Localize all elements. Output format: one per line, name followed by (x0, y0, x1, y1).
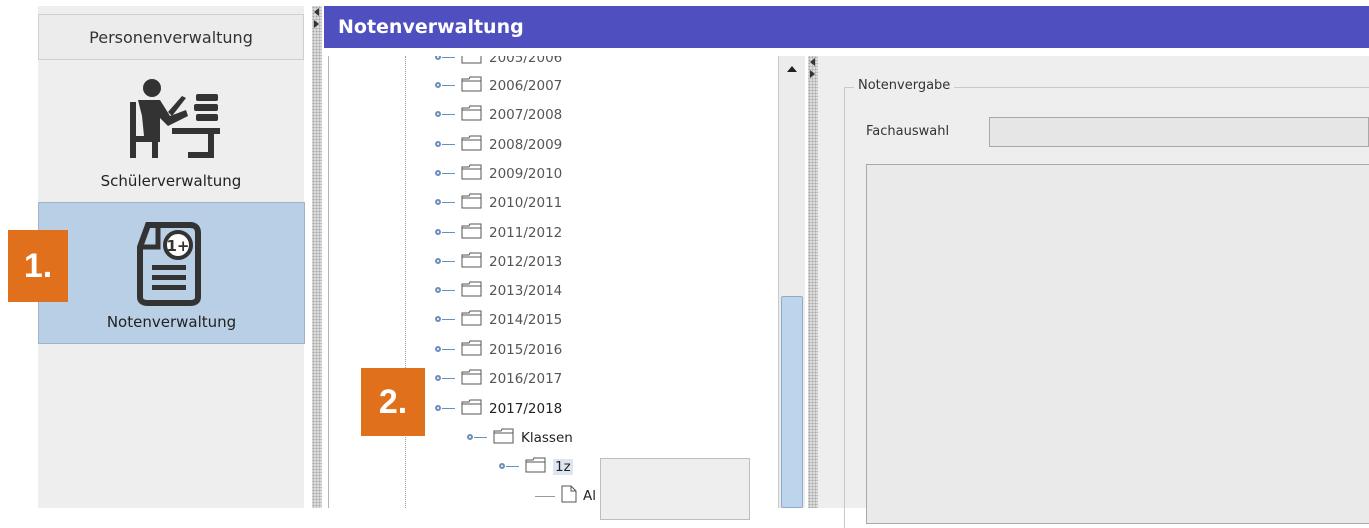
grade-document-icon: 1+ (136, 222, 201, 306)
folder-icon (461, 369, 483, 389)
folder-icon (493, 428, 515, 448)
tree-scrollbar[interactable] (778, 56, 805, 508)
collapse-left-arrow-icon[interactable] (810, 58, 815, 66)
tree-guide-line (405, 56, 407, 508)
folder-icon (461, 56, 483, 68)
student-at-desk-icon (130, 79, 220, 158)
tree-connector (535, 495, 555, 497)
collapse-left-arrow-icon[interactable] (314, 8, 319, 16)
tree-expanded-handle-icon[interactable] (435, 402, 457, 416)
tree-item-label: 2006/2007 (489, 78, 563, 94)
tree-collapsed-handle-icon[interactable] (435, 167, 457, 181)
tree-item-label: 2005/2006 (489, 56, 563, 66)
tree-item-label: 2011/2012 (489, 224, 563, 241)
expand-right-arrow-icon[interactable] (314, 20, 319, 28)
tree-item-label: 2014/2015 (489, 312, 563, 329)
folder-icon (461, 252, 483, 272)
tree-item-label: 2016/2017 (489, 371, 563, 387)
expand-right-arrow-icon[interactable] (810, 70, 815, 78)
tree-expanded-handle-icon[interactable] (467, 431, 489, 445)
tree-collapsed-handle-icon[interactable] (435, 196, 457, 210)
grade-badge-text: 1+ (166, 237, 189, 255)
folder-icon (461, 281, 483, 301)
tree-item-label: Klassen (521, 430, 573, 446)
folder-icon (461, 399, 483, 419)
tree-collapsed-handle-icon[interactable] (435, 343, 457, 357)
tree-collapsed-handle-icon[interactable] (435, 372, 457, 386)
folder-icon (461, 340, 483, 360)
tree-collapsed-handle-icon[interactable] (435, 56, 457, 65)
nav-item-notenverwaltung[interactable]: 1+ Notenverwaltung (38, 202, 305, 344)
scrollbar-thumb[interactable] (781, 296, 803, 508)
tree-item-label: 2008/2009 (489, 136, 563, 153)
scroll-up-button[interactable] (779, 56, 805, 82)
tree-item-label: 2017/2018 (489, 401, 563, 417)
tree-folder-item[interactable]: 2013/2014 (435, 279, 562, 303)
tree-leaf-item[interactable]: Al (535, 484, 596, 508)
grading-panel: Notenvergabe Fachauswahl (818, 56, 1369, 528)
tree-item-label: 2010/2011 (489, 195, 563, 212)
tree-collapsed-handle-icon[interactable] (435, 255, 457, 269)
nav-item-label: Schülerverwaltung (100, 172, 242, 190)
tree-folder-item[interactable]: 2012/2013 (435, 250, 562, 274)
tree-folder-item[interactable]: 2006/2007 (435, 74, 562, 98)
fachauswahl-select[interactable] (989, 117, 1369, 147)
tree-folder-item[interactable]: 2014/2015 (435, 308, 562, 332)
tree-folder-item[interactable]: 2011/2012 (435, 221, 562, 245)
tree-item-label: 2007/2008 (489, 107, 563, 124)
scroll-up-icon (787, 66, 797, 72)
fachauswahl-label: Fachauswahl (866, 124, 950, 139)
file-icon (561, 485, 577, 507)
tree-expanded-handle-icon[interactable] (499, 460, 521, 474)
tree-item-label: 2013/2014 (489, 283, 563, 300)
folder-icon (461, 76, 483, 96)
page-title: Notenverwaltung (324, 6, 1369, 48)
tree-collapsed-handle-icon[interactable] (435, 138, 457, 152)
tree-collapsed-handle-icon[interactable] (435, 226, 457, 240)
tree-item-label: 2009/2010 (489, 165, 563, 182)
grade-content-area (866, 164, 1369, 524)
folder-icon (525, 457, 547, 477)
tree-folder-item[interactable]: 2008/2009 (435, 133, 562, 157)
personenverwaltung-button[interactable]: Personenverwaltung (38, 14, 304, 60)
tree-collapsed-handle-icon[interactable] (435, 284, 457, 298)
tree-folder-item[interactable]: 2015/2016 (435, 338, 562, 362)
step-2-badge: 2. (361, 368, 425, 436)
nav-item-schuelerverwaltung[interactable]: Schülerverwaltung (38, 66, 304, 206)
folder-icon (461, 223, 483, 243)
tree-item-label: 1z (553, 459, 573, 475)
tree-collapsed-handle-icon[interactable] (435, 108, 457, 122)
tree-folder-item[interactable]: 2009/2010 (435, 162, 562, 186)
school-year-tree[interactable]: 2005/2006 2006/2007 2007/2008 2008/2009 2009… (328, 56, 779, 508)
nav-item-label: Notenverwaltung (106, 313, 237, 331)
folder-icon (461, 193, 483, 213)
notenvergabe-legend: Notenvergabe (854, 78, 955, 93)
tree-folder-item[interactable]: 2007/2008 (435, 103, 562, 127)
folder-icon (461, 164, 483, 184)
tree-folder-item[interactable]: 2010/2011 (435, 191, 562, 215)
folder-icon (461, 310, 483, 330)
tree-item-label: Al (583, 488, 596, 504)
left-navigation: Personenverwaltung Schülerverwaltung 1+ … (38, 6, 305, 508)
tree-collapsed-handle-icon[interactable] (435, 313, 457, 327)
tree-folder-item[interactable]: 2016/2017 (435, 367, 562, 391)
tree-collapsed-handle-icon[interactable] (435, 79, 457, 93)
folder-icon (461, 135, 483, 155)
tree-item-label: 2015/2016 (489, 341, 563, 358)
tree-folder-item[interactable]: 2005/2006 (435, 56, 562, 70)
step-1-badge: 1. (8, 230, 68, 302)
tree-folder-item[interactable]: 2017/2018 (435, 397, 562, 421)
popup-overlay (600, 458, 750, 520)
left-splitter[interactable] (312, 6, 322, 508)
tree-item-label: 2012/2013 (489, 253, 563, 270)
folder-icon (461, 105, 483, 125)
tree-folder-item[interactable]: 1z (499, 455, 573, 479)
right-splitter[interactable] (808, 56, 818, 508)
tree-folder-item[interactable]: Klassen (467, 426, 573, 450)
